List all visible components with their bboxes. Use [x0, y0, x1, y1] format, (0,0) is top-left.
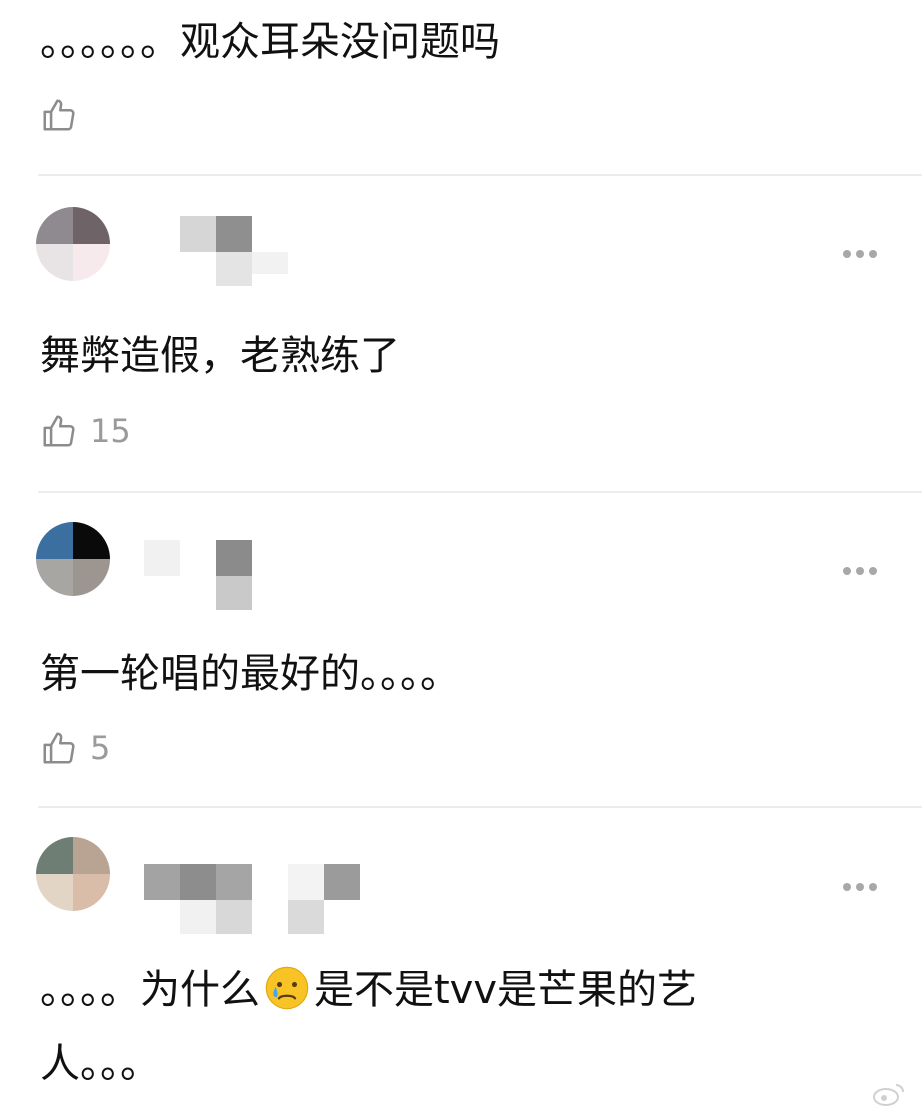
- thumbs-up-icon: [43, 99, 75, 131]
- comment-text-part: 是不是tvv是芒果的艺: [314, 967, 698, 1013]
- more-dots-icon[interactable]: [843, 567, 877, 575]
- like-button[interactable]: 15: [40, 412, 131, 450]
- like-button[interactable]: 5: [40, 729, 110, 767]
- weibo-logo-icon: [873, 1084, 904, 1106]
- more-dots-icon[interactable]: [843, 250, 877, 258]
- divider: [38, 174, 922, 176]
- comment-text: 。。。。。。观众耳朵没问题吗: [40, 19, 500, 65]
- watermark: [872, 1082, 912, 1106]
- crying-face-emoji: [265, 966, 309, 1010]
- like-count: 15: [90, 412, 131, 450]
- avatar[interactable]: [36, 837, 110, 911]
- comment-text: 。。。。为什么 是不是tvv是芒果的艺: [40, 965, 697, 1014]
- comment-text: 舞弊造假，老熟练了: [40, 333, 400, 379]
- thumbs-up-icon: [43, 732, 75, 764]
- like-button[interactable]: [40, 96, 90, 134]
- avatar[interactable]: [36, 522, 110, 596]
- comment-text: 人。。。: [40, 1041, 160, 1087]
- divider: [38, 806, 922, 808]
- like-count: 5: [90, 729, 111, 767]
- divider: [38, 491, 922, 493]
- comment-text-part: 。。。。为什么: [40, 967, 260, 1013]
- comment-text: 第一轮唱的最好的。。。。: [40, 651, 460, 697]
- avatar[interactable]: [36, 207, 110, 281]
- thumbs-up-icon: [43, 415, 75, 447]
- more-dots-icon[interactable]: [843, 883, 877, 891]
